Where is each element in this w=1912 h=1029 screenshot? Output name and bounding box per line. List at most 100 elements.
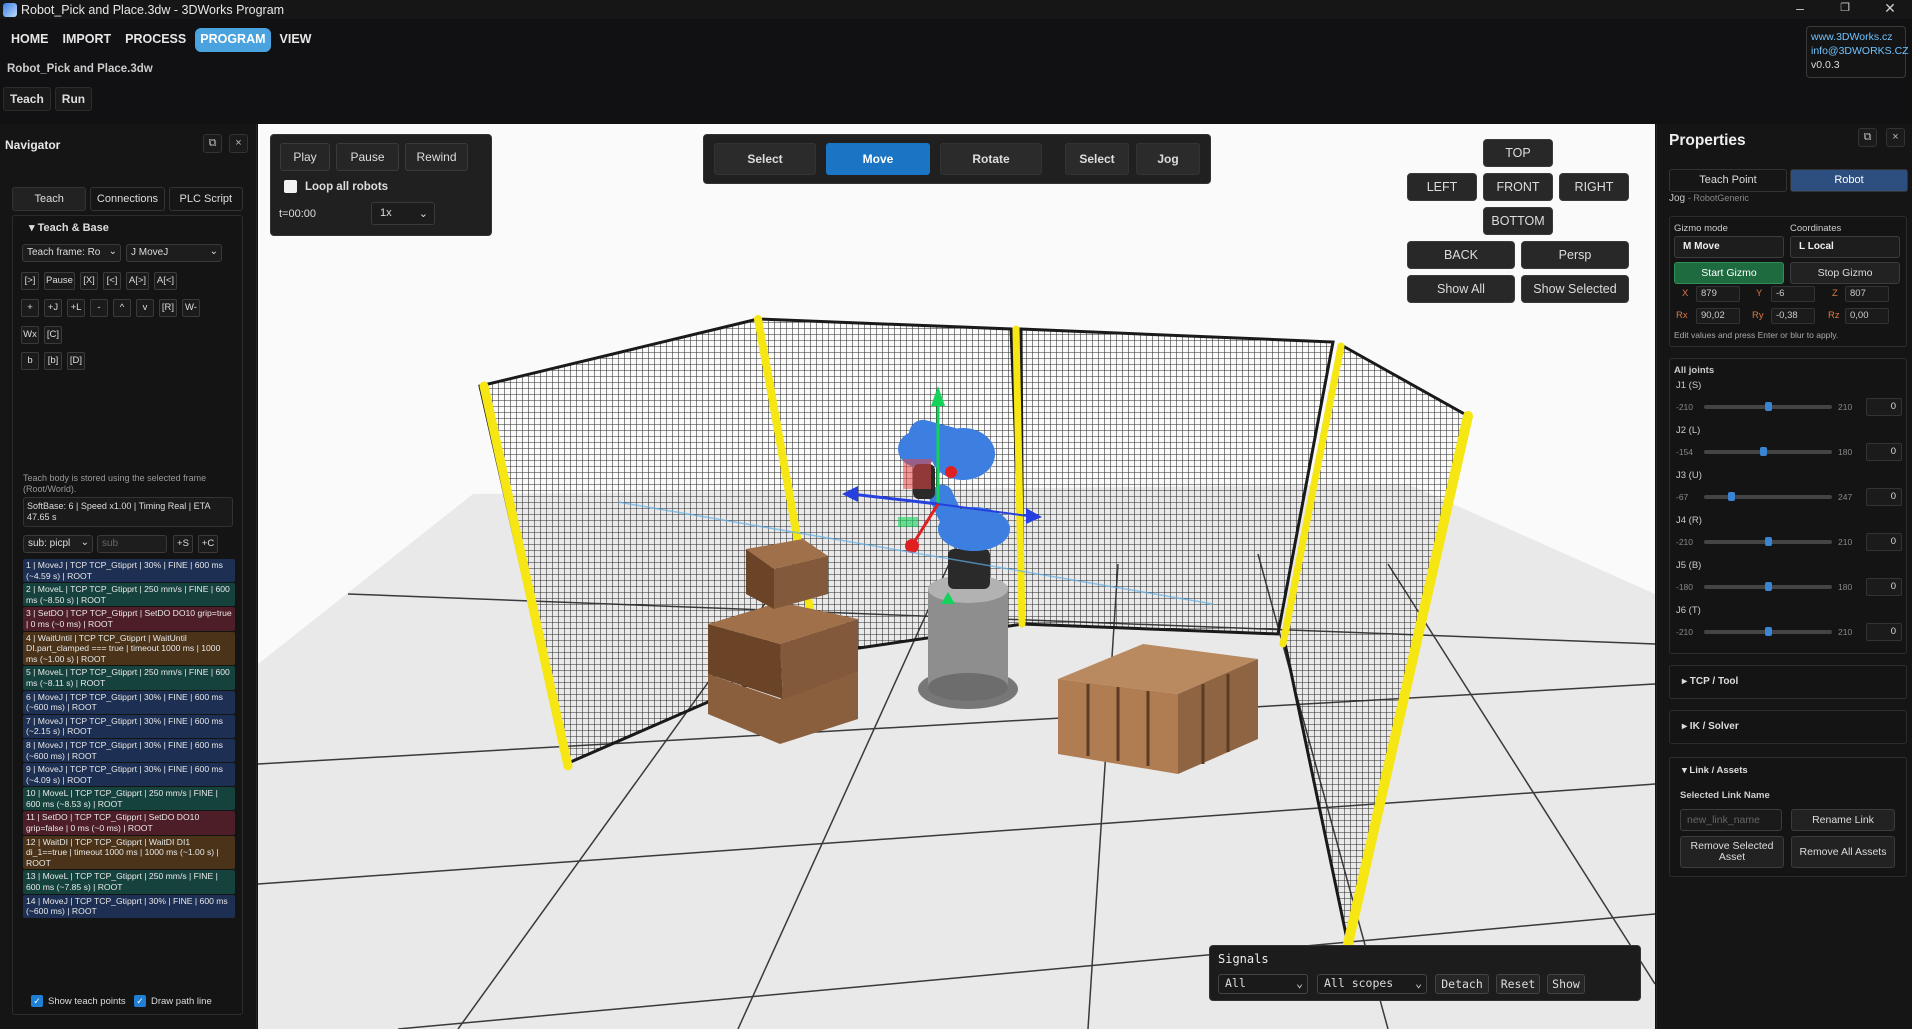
sub-select[interactable]: sub: picpl ⌄ xyxy=(23,535,93,553)
teach-step-item[interactable]: 4 | WaitUntil | TCP TCP_Gtipprt | WaitUn… xyxy=(23,631,235,666)
joint-slider-handle[interactable] xyxy=(1765,537,1772,546)
menu-program[interactable]: PROGRAM xyxy=(195,28,271,52)
tab-teach-point[interactable]: Teach Point xyxy=(1669,169,1787,192)
stop-gizmo-button[interactable]: Stop Gizmo xyxy=(1790,262,1900,284)
sub-input[interactable]: sub xyxy=(97,535,167,553)
ik-solver-section[interactable]: ▸ IK / Solver xyxy=(1669,710,1907,744)
joint-value-input[interactable]: 0 xyxy=(1866,578,1902,596)
select-mode-button[interactable]: Select xyxy=(1065,143,1129,175)
rx-input[interactable]: 90,02 xyxy=(1696,308,1740,324)
z-input[interactable]: 807 xyxy=(1845,286,1889,302)
teach-tool-button[interactable]: [b] xyxy=(44,352,62,370)
view-back-button[interactable]: BACK xyxy=(1407,241,1515,269)
tab-plc-script[interactable]: PLC Script xyxy=(168,187,243,211)
add-sub-button[interactable]: +S xyxy=(173,535,193,553)
gizmo-mode-select[interactable]: M Move xyxy=(1674,236,1784,258)
teach-tool-button[interactable]: +J xyxy=(44,299,62,317)
close-window-button[interactable]: ✕ xyxy=(1868,0,1912,19)
teach-tool-button[interactable]: ^ xyxy=(113,299,131,317)
select-tool-button[interactable]: Select xyxy=(714,143,816,175)
remove-all-assets-button[interactable]: Remove All Assets xyxy=(1791,836,1895,868)
start-gizmo-button[interactable]: Start Gizmo xyxy=(1674,262,1784,284)
joint-value-input[interactable]: 0 xyxy=(1866,443,1902,461)
signal-scope-select[interactable]: All scopes ⌄ xyxy=(1317,974,1427,994)
properties-close-icon[interactable]: × xyxy=(1886,128,1905,147)
joint-slider-handle[interactable] xyxy=(1727,492,1735,501)
joint-value-input[interactable]: 0 xyxy=(1866,488,1902,506)
ry-input[interactable]: -0,38 xyxy=(1771,308,1815,324)
link-name-input[interactable]: new_link_name xyxy=(1680,809,1782,831)
teach-tool-button[interactable]: [D] xyxy=(67,352,85,370)
link-assets-section[interactable]: ▾ Link / Assets xyxy=(1682,765,1748,776)
teach-tool-button[interactable]: - xyxy=(90,299,108,317)
remove-selected-asset-button[interactable]: Remove Selected Asset xyxy=(1680,836,1784,868)
tab-teach[interactable]: Teach xyxy=(12,187,87,211)
teach-tool-button[interactable]: [>] xyxy=(21,272,39,290)
teach-step-item[interactable]: 7 | MoveJ | TCP TCP_Gtipprt | 30% | FINE… xyxy=(23,714,235,738)
joint-slider-track[interactable] xyxy=(1704,495,1832,499)
view-bottom-button[interactable]: BOTTOM xyxy=(1483,207,1553,235)
view-right-button[interactable]: RIGHT xyxy=(1559,173,1629,201)
signals-reset-button[interactable]: Reset xyxy=(1496,974,1540,994)
teach-step-item[interactable]: 8 | MoveJ | TCP TCP_Gtipprt | 30% | FINE… xyxy=(23,738,235,763)
add-call-button[interactable]: +C xyxy=(198,535,218,553)
view-top-button[interactable]: TOP xyxy=(1483,139,1553,167)
signals-show-button[interactable]: Show xyxy=(1547,974,1585,994)
rename-link-button[interactable]: Rename Link xyxy=(1791,809,1895,831)
teach-tool-button[interactable]: +L xyxy=(67,299,85,317)
teach-tool-button[interactable]: W- xyxy=(182,299,200,317)
pause-button[interactable]: Pause xyxy=(336,143,399,171)
teach-base-section[interactable]: ▾ Teach & Base xyxy=(29,221,109,234)
speed-select[interactable]: 1x ⌄ xyxy=(371,202,435,225)
website-link[interactable]: www.3DWorks.cz xyxy=(1811,30,1901,44)
teach-tool-button[interactable]: [R] xyxy=(159,299,177,317)
draw-path-toggle[interactable]: ✓ Draw path line xyxy=(134,995,212,1007)
y-input[interactable]: -6 xyxy=(1771,286,1815,302)
teach-step-item[interactable]: 12 | WaitDI | TCP TCP_Gtipprt | WaitDI D… xyxy=(23,835,235,870)
teach-tool-button[interactable]: b xyxy=(21,352,39,370)
menu-home[interactable]: HOME xyxy=(6,28,54,52)
perspective-button[interactable]: Persp xyxy=(1521,241,1629,269)
view-front-button[interactable]: FRONT xyxy=(1483,173,1553,201)
menu-process[interactable]: PROCESS xyxy=(120,28,191,52)
x-input[interactable]: 879 xyxy=(1696,286,1740,302)
joint-slider-handle[interactable] xyxy=(1759,447,1767,456)
teach-tool-button[interactable]: A[>] xyxy=(126,272,149,290)
tab-connections[interactable]: Connections xyxy=(90,187,165,211)
rewind-button[interactable]: Rewind xyxy=(405,143,468,171)
teach-tool-button[interactable]: A[<] xyxy=(154,272,177,290)
joint-value-input[interactable]: 0 xyxy=(1866,533,1902,551)
rz-input[interactable]: 0,00 xyxy=(1845,308,1889,324)
navigator-close-icon[interactable]: × xyxy=(229,134,248,153)
teach-step-item[interactable]: 5 | MoveL | TCP TCP_Gtipprt | 250 mm/s |… xyxy=(23,666,235,690)
navigator-detach-icon[interactable]: ⧉ xyxy=(203,134,222,153)
play-button[interactable]: Play xyxy=(280,143,330,171)
teach-step-item[interactable]: 10 | MoveL | TCP TCP_Gtipprt | 250 mm/s … xyxy=(23,787,235,811)
joint-value-input[interactable]: 0 xyxy=(1866,623,1902,641)
jog-button[interactable]: Jog xyxy=(1136,143,1200,175)
show-teach-points-toggle[interactable]: ✓ Show teach points xyxy=(31,995,126,1007)
teach-tool-button[interactable]: [X] xyxy=(80,272,98,290)
email-link[interactable]: info@3DWORKS.CZ xyxy=(1811,44,1909,58)
teach-tool-button[interactable]: [<] xyxy=(103,272,121,290)
properties-detach-icon[interactable]: ⧉ xyxy=(1858,128,1877,147)
teach-step-item[interactable]: 2 | MoveL | TCP TCP_Gtipprt | 250 mm/s |… xyxy=(23,583,235,607)
joint-value-input[interactable]: 0 xyxy=(1866,398,1902,416)
joint-slider-handle[interactable] xyxy=(1765,582,1772,591)
tcp-tool-section[interactable]: ▸ TCP / Tool xyxy=(1669,665,1907,699)
tab-robot[interactable]: Robot xyxy=(1790,169,1908,192)
signal-filter-select[interactable]: All ⌄ xyxy=(1218,974,1308,994)
menu-import[interactable]: IMPORT xyxy=(58,28,117,52)
teach-step-item[interactable]: 1 | MoveJ | TCP TCP_Gtipprt | 30% | FINE… xyxy=(23,559,235,583)
show-all-button[interactable]: Show All xyxy=(1407,275,1515,303)
view-left-button[interactable]: LEFT xyxy=(1407,173,1477,201)
run-mode-button[interactable]: Run xyxy=(54,87,93,111)
joint-slider-handle[interactable] xyxy=(1765,627,1772,636)
maximize-button[interactable]: ❐ xyxy=(1823,0,1867,19)
teach-tool-button[interactable]: [C] xyxy=(44,326,62,344)
teach-tool-button[interactable]: Pause xyxy=(44,272,75,290)
teach-step-item[interactable]: 3 | SetDO | TCP TCP_Gtipprt | SetDO DO10… xyxy=(23,607,235,631)
teach-mode-button[interactable]: Teach xyxy=(3,87,51,111)
teach-step-item[interactable]: 13 | MoveL | TCP TCP_Gtipprt | 250 mm/s … xyxy=(23,870,235,894)
teach-tool-button[interactable]: Wx xyxy=(21,326,39,344)
